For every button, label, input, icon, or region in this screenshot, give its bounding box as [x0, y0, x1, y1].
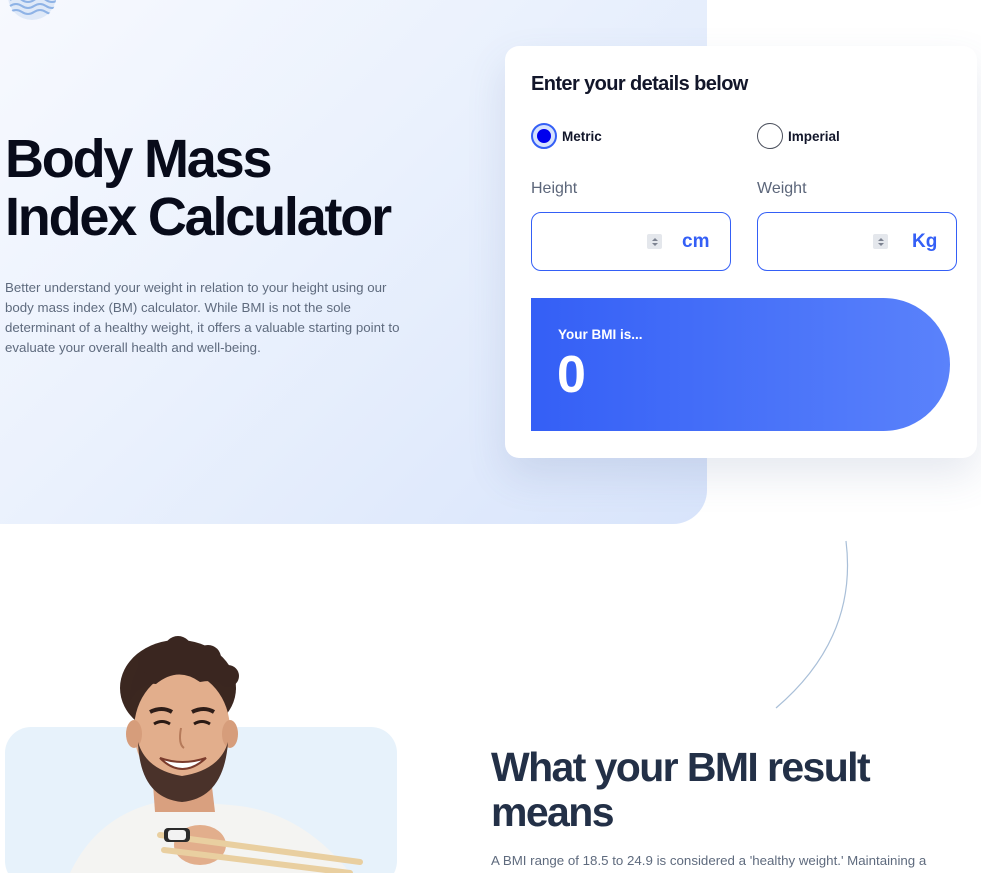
bmi-meaning-title: What your BMI result means	[491, 744, 871, 835]
calculator-title: Enter your details below	[531, 73, 748, 95]
metric-radio[interactable]: Metric	[531, 123, 602, 149]
imperial-label: Imperial	[788, 128, 840, 144]
person-eating-image	[70, 636, 363, 873]
hero-description: Better understand your weight in relatio…	[5, 280, 400, 355]
weight-unit: Kg	[912, 231, 938, 252]
height-spinner-icon[interactable]	[647, 234, 662, 249]
page-title-line-1: Body Mass	[5, 129, 272, 189]
weight-input-box[interactable]: Kg	[757, 212, 957, 271]
metric-radio-circle[interactable]	[531, 123, 557, 149]
page-title-line-2: Index Calculator	[5, 187, 392, 247]
imperial-radio-circle[interactable]	[757, 123, 783, 149]
height-unit: cm	[682, 231, 710, 252]
bmi-result-panel: Your BMI is... 0	[531, 298, 950, 431]
bmi-result-label: Your BMI is...	[558, 327, 643, 342]
page-title: Body Mass Index Calculator	[5, 130, 485, 246]
bmi-meaning-text: A BMI range of 18.5 to 24.9 is considere…	[491, 853, 927, 868]
weight-spinner-icon[interactable]	[873, 234, 888, 249]
bmi-calculator-card: Enter your details below Metric Imperial…	[505, 46, 977, 458]
metric-label: Metric	[562, 128, 602, 144]
height-input-box[interactable]: cm	[531, 212, 731, 271]
weight-label: Weight	[757, 180, 807, 197]
imperial-radio[interactable]: Imperial	[757, 123, 840, 149]
decorative-arc	[775, 540, 849, 709]
height-label: Height	[531, 180, 578, 197]
bmi-result-value: 0	[557, 346, 586, 404]
